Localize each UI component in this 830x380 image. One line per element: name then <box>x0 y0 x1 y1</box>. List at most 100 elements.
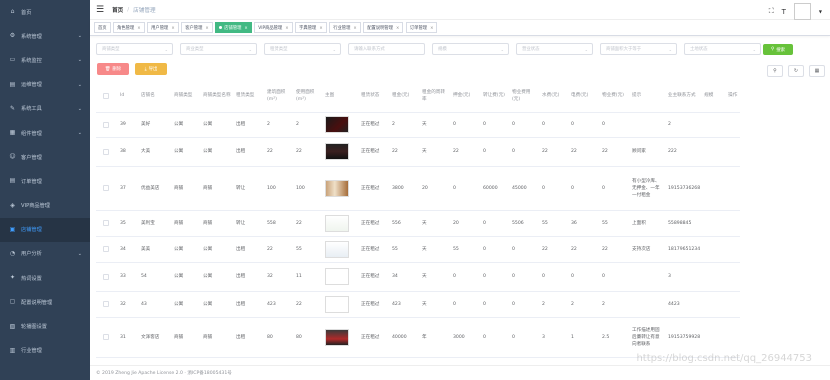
fullscreen-icon[interactable]: ⛶ <box>769 7 774 16</box>
table-row[interactable]: 38 大美 公寓 公寓 出租 22 22 正在租过 22 天 22 0 0 22 22 22 顾问家 222 <box>96 137 741 167</box>
table-cell: 0 <box>481 236 510 263</box>
filter-input[interactable]: 请输入联系方式 <box>348 43 425 55</box>
table-cell: 正在租过 <box>359 291 390 318</box>
chevron-down-icon: ⌄ <box>584 46 588 52</box>
sidebar-item[interactable]: ▭ 系统监控 ⌄ <box>0 48 90 72</box>
table-row[interactable]: 37 优益美店 商铺 商铺 转让 100 100 正在租过 3800 20 0 60000 45000 0… <box>96 166 741 211</box>
close-icon[interactable]: × <box>319 25 322 30</box>
tag-item[interactable]: 配置说明管理 × <box>363 22 404 33</box>
action-bar: 🗑 删除 ⤓ 导出 <box>97 63 167 75</box>
sidebar-item[interactable]: ▤ 运维管理 ⌄ <box>0 73 90 97</box>
tag-item[interactable]: 行业管理 × <box>329 22 361 33</box>
table-cell <box>630 291 666 318</box>
close-icon[interactable]: × <box>137 25 140 30</box>
table-cell: 19153759928 <box>666 317 703 358</box>
table-cell: 正在租过 <box>359 166 390 211</box>
sidebar-item[interactable]: ⚙ 系统管理 ⌄ <box>0 24 90 48</box>
table-cell: 公寓 <box>201 112 234 138</box>
hotword-icon: ✦ <box>9 274 16 282</box>
filter-input[interactable]: 商业类型 ⌄ <box>180 43 257 55</box>
shop-thumbnail-image[interactable] <box>325 179 349 197</box>
sidebar-item[interactable]: ☺ 客户管理 <box>0 145 90 169</box>
hamburger-icon[interactable]: ☰ <box>96 5 104 15</box>
table-row[interactable]: 32 43 公寓 公寓 出租 423 22 正在租过 423 天 0 0 0 2 2 2 4423 <box>96 291 741 318</box>
filter-input[interactable]: 营业状态 ⌄ <box>516 43 593 55</box>
tag-item[interactable]: 用户管理 × <box>147 22 179 33</box>
sidebar-item[interactable]: ▦ 组件管理 ⌄ <box>0 121 90 145</box>
caret-down-icon[interactable]: ▼ <box>819 9 822 14</box>
filter-input[interactable]: 土地状态 ⌄ <box>684 43 761 55</box>
table-cell <box>726 210 741 237</box>
filter-input[interactable]: 商铺类型 ⌄ <box>96 43 173 55</box>
shop-thumbnail-image[interactable] <box>325 214 349 232</box>
toggle-search-icon[interactable]: ⚲ <box>767 65 783 77</box>
table-cell: 支持次店 <box>630 236 666 263</box>
filter-input[interactable]: 规模 ⌄ <box>432 43 509 55</box>
table-cell: 32 <box>118 291 139 318</box>
export-button[interactable]: ⤓ 导出 <box>135 63 167 75</box>
checkbox[interactable] <box>103 334 109 340</box>
shop-thumbnail-image[interactable] <box>325 116 349 133</box>
table-cell <box>702 262 727 292</box>
close-icon[interactable]: × <box>430 25 433 30</box>
sidebar-item[interactable]: ▢ 配置说明管理 <box>0 290 90 314</box>
filter-input[interactable]: 商铺面积大于等于 ⌄ <box>600 43 677 55</box>
checkbox[interactable] <box>103 185 109 191</box>
tag-item[interactable]: 字典管理 × <box>295 22 327 33</box>
table-row[interactable]: 35 美利宝 商铺 商铺 转让 558 22 正在租过 556 天 20 0 5506 55 36 55 上面积… <box>96 210 741 237</box>
close-icon[interactable]: × <box>396 25 399 30</box>
avatar[interactable] <box>793 3 811 20</box>
table-row[interactable]: 39 美好 公寓 公寓 出租 2 2 正在租过 2 天 0 0 0 0 0 0 2 <box>96 112 741 138</box>
shop-thumbnail-image[interactable] <box>325 328 349 346</box>
close-icon[interactable]: × <box>285 25 288 30</box>
search-button[interactable]: ⚲ 搜索 <box>763 44 793 55</box>
tag-item[interactable]: VIP商品管理 × <box>254 22 293 33</box>
refresh-icon[interactable]: ↻ <box>788 65 804 77</box>
delete-button[interactable]: 🗑 删除 <box>97 63 129 75</box>
sidebar-item[interactable]: ◈ VIP商品管理 <box>0 194 90 218</box>
close-icon[interactable]: × <box>244 25 247 30</box>
tag-item[interactable]: 客户管理 × <box>181 22 213 33</box>
sidebar-item[interactable]: ▤ 订单管理 <box>0 169 90 193</box>
tag-item[interactable]: 订单管理 × <box>405 22 438 33</box>
close-icon[interactable]: × <box>171 25 174 30</box>
sidebar-item[interactable]: ▧ 轮播图设置 <box>0 314 90 338</box>
shop-thumbnail-image[interactable] <box>325 295 349 313</box>
checkbox[interactable] <box>103 148 109 155</box>
checkbox[interactable] <box>103 273 109 280</box>
table-cell: 22 <box>600 137 630 167</box>
sidebar-item[interactable]: ✦ 热词设置 <box>0 266 90 290</box>
close-icon[interactable]: × <box>205 25 208 30</box>
select-all-checkbox[interactable] <box>96 80 118 113</box>
checkbox[interactable] <box>103 92 109 99</box>
sidebar-item[interactable]: ▣ 店铺管理 <box>0 217 90 242</box>
checkbox[interactable] <box>103 220 109 226</box>
sidebar-item[interactable]: ▥ 行业管理 <box>0 339 90 363</box>
breadcrumb-home[interactable]: 首页 <box>112 6 123 14</box>
close-icon[interactable]: × <box>353 25 356 30</box>
sidebar-item[interactable]: ✎ 系统工具 ⌄ <box>0 97 90 121</box>
checkbox[interactable] <box>103 246 109 252</box>
shop-thumbnail-image[interactable] <box>325 268 349 285</box>
table-cell: 公寓 <box>201 262 234 292</box>
sidebar-item[interactable]: ◔ 用户分析 ⌄ <box>0 242 90 266</box>
table-row[interactable]: 33 54 公寓 公寓 出租 32 11 正在租过 34 天 0 0 0 0 0 0 3 <box>96 262 741 292</box>
sidebar-item[interactable]: ⌂ 首页 <box>0 0 90 24</box>
font-size-icon[interactable]: T <box>782 8 786 16</box>
checkbox[interactable] <box>103 301 109 307</box>
table-cell: 4423 <box>666 291 703 318</box>
table-cell <box>702 166 727 211</box>
shop-thumbnail-image[interactable] <box>325 143 349 160</box>
tag-item[interactable]: 角色管理 × <box>113 22 145 33</box>
table-cell: 22 <box>294 137 323 167</box>
delete-button-label: 删除 <box>112 67 122 72</box>
tag-item[interactable]: 店铺管理 × <box>215 22 252 33</box>
tag-item[interactable]: 首页 <box>94 22 111 33</box>
filter-input[interactable]: 租赁类型 ⌄ <box>264 43 341 55</box>
checkbox[interactable] <box>103 121 109 128</box>
columns-icon[interactable]: ▦ <box>809 65 825 77</box>
table-row[interactable]: 34 美美 公寓 公寓 出租 22 55 正在租过 55 天 55 0 0 22 22 22 支持次店 18179… <box>96 236 741 263</box>
shop-thumbnail-image[interactable] <box>325 240 349 258</box>
table-cell: 天 <box>420 112 451 138</box>
table-row[interactable]: 31 文泽客店 商铺 商铺 出租 80 80 正在租过 40000 年 3000 0 0 3 1 2.5 工作描… <box>96 317 741 358</box>
